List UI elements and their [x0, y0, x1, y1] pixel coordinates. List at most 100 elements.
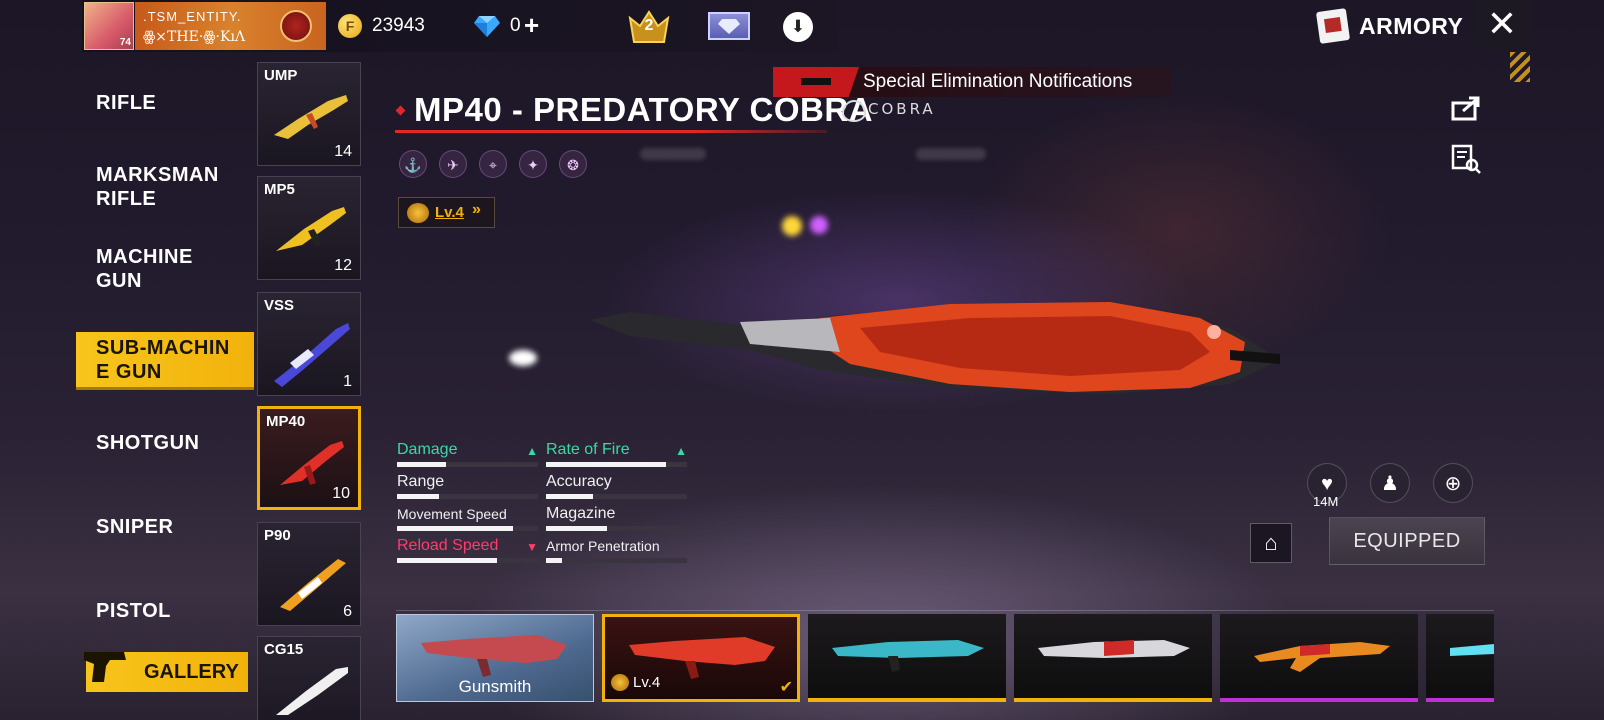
avatar[interactable]: 74 [84, 2, 134, 50]
skin-gun-icon [832, 640, 984, 672]
mp40-gun-icon [280, 441, 344, 485]
attribute-icon[interactable]: ❂ [559, 150, 587, 178]
equipped-button[interactable]: EQUIPPED [1329, 517, 1485, 565]
cg15-gun-icon [276, 667, 348, 715]
diamond-count: 0 [510, 15, 521, 36]
stat-magazine: Magazine [546, 504, 687, 531]
p90-gun-icon [280, 559, 346, 611]
background-light [640, 148, 706, 160]
gun-title: MP40 - PREDATORY COBRA [414, 91, 874, 128]
category-machine-gun[interactable]: MACHINE GUN [76, 240, 254, 298]
gallery-button[interactable]: GALLERY [84, 652, 248, 692]
stat-fill [397, 462, 447, 467]
close-button[interactable]: ✕ [1474, 0, 1530, 50]
lobby-display-button[interactable]: ⌂ [1250, 523, 1292, 563]
mp5-gun-icon [276, 207, 346, 251]
stat-label: Damage [397, 441, 458, 458]
category-pistol[interactable]: PISTOL [76, 582, 254, 640]
skin-gun-icon [1254, 642, 1390, 672]
category-label: SHOTGUN [96, 432, 200, 454]
stat-armor-penetration: Armor Penetration [546, 536, 687, 563]
skin-card-current[interactable]: Lv.4 ✔ [602, 614, 800, 702]
rank-badge-icon[interactable]: 2 [628, 8, 670, 46]
category-label: RIFLE [96, 92, 157, 114]
category-sniper[interactable]: SNIPER [76, 498, 254, 556]
weapon-card-p90[interactable]: P90 6 [257, 522, 361, 626]
category-sub-machine-gun[interactable]: SUB-MACHIN E GUN [76, 332, 254, 390]
attribute-icon[interactable]: ✈ [439, 150, 467, 178]
diamond-icon [718, 19, 740, 34]
divider [396, 610, 1494, 611]
upgrade-icon [407, 203, 429, 223]
character-pose-button[interactable]: ♟ [1370, 463, 1410, 503]
player-level: 74 [119, 37, 131, 48]
share-icon[interactable] [1451, 95, 1481, 121]
stat-fill [397, 558, 498, 563]
gun-level-badge[interactable]: Lv.4 » [398, 197, 495, 228]
skin-card[interactable] [808, 614, 1006, 702]
stat-fill [397, 494, 440, 499]
player-banner[interactable]: .TSM_ENTITY. ꙮ×THE·ꙮ·KıɅ [135, 2, 326, 50]
category-shotgun[interactable]: SHOTGUN [76, 414, 254, 472]
weapon-skin-count: 14 [334, 143, 352, 160]
weapon-card-mp40[interactable]: MP40 10 [257, 406, 361, 510]
skin-card[interactable] [1014, 614, 1212, 702]
weapon-name: MP40 [266, 413, 306, 430]
add-diamonds-button[interactable]: + [524, 10, 539, 41]
weapon-card-cg15[interactable]: CG15 [257, 636, 361, 720]
stat-label: Magazine [546, 505, 616, 522]
stat-bar [546, 462, 687, 467]
zoom-in-button[interactable]: ⊕ [1433, 463, 1473, 503]
weapon-name: CG15 [264, 641, 304, 658]
background-light [810, 216, 828, 234]
weapon-card-ump[interactable]: UMP 14 [257, 62, 361, 166]
background-light [509, 350, 537, 366]
skin-card[interactable] [1426, 614, 1494, 702]
attribute-icon[interactable]: ⚓ [399, 150, 427, 178]
skin-label: Gunsmith [458, 677, 532, 696]
weapon-name: VSS [264, 297, 295, 314]
elite-pass-icon[interactable] [708, 12, 750, 40]
stat-label: Rate of Fire [546, 441, 630, 458]
notification-text: Special Elimination Notifications [863, 71, 1133, 92]
weapon-card-vss[interactable]: VSS 1 [257, 292, 361, 396]
stat-fill [546, 462, 666, 467]
weapon-skin-count: 12 [334, 257, 352, 274]
cobra-brand-logo: COBRA [842, 100, 936, 122]
category-label: MARKSMAN RIFLE [96, 164, 219, 210]
stat-bar [546, 494, 687, 499]
chevron-right-icon: » [472, 201, 481, 218]
stat-bar [397, 558, 538, 563]
weapon-skin-count: 6 [343, 603, 352, 620]
weapon-card-mp5[interactable]: MP5 12 [257, 176, 361, 280]
weapon-name: UMP [264, 67, 298, 84]
cloud-download-icon[interactable]: ⬇ [783, 12, 813, 42]
skin-level: Lv.4 [633, 674, 661, 691]
stat-label: Armor Penetration [546, 538, 660, 554]
inspect-list-icon[interactable] [1451, 144, 1481, 174]
gun-level: Lv.4 [435, 204, 464, 221]
page-title: ARMORY [1359, 13, 1464, 39]
category-rifle[interactable]: RIFLE [76, 74, 254, 132]
player-name: .TSM_ENTITY. [143, 9, 242, 24]
stat-label: Range [397, 473, 445, 490]
stat-movement-speed: Movement Speed [397, 504, 538, 531]
weapon-preview[interactable] [590, 298, 1310, 408]
gold-coin-icon: F [338, 14, 362, 38]
stat-bar [546, 558, 687, 563]
stat-fill [546, 494, 593, 499]
category-marksman-rifle[interactable]: MARKSMAN RIFLE [76, 158, 254, 216]
background-light [782, 216, 802, 236]
skin-card-gunsmith[interactable]: Gunsmith [396, 614, 594, 702]
stat-label: Accuracy [546, 473, 612, 490]
skin-card[interactable] [1220, 614, 1418, 702]
stat-up-icon: ▲ [675, 444, 687, 458]
gunsmith-gun-icon [421, 635, 567, 677]
rarity-bar [1426, 698, 1494, 702]
vss-gun-icon [274, 323, 350, 387]
rarity-bar [1220, 698, 1418, 702]
stat-reload-speed: Reload Speed ▼ [397, 536, 538, 563]
weapon-skin-count: 1 [343, 373, 352, 390]
attribute-icon[interactable]: ⌖ [479, 150, 507, 178]
attribute-icon[interactable]: ✦ [519, 150, 547, 178]
